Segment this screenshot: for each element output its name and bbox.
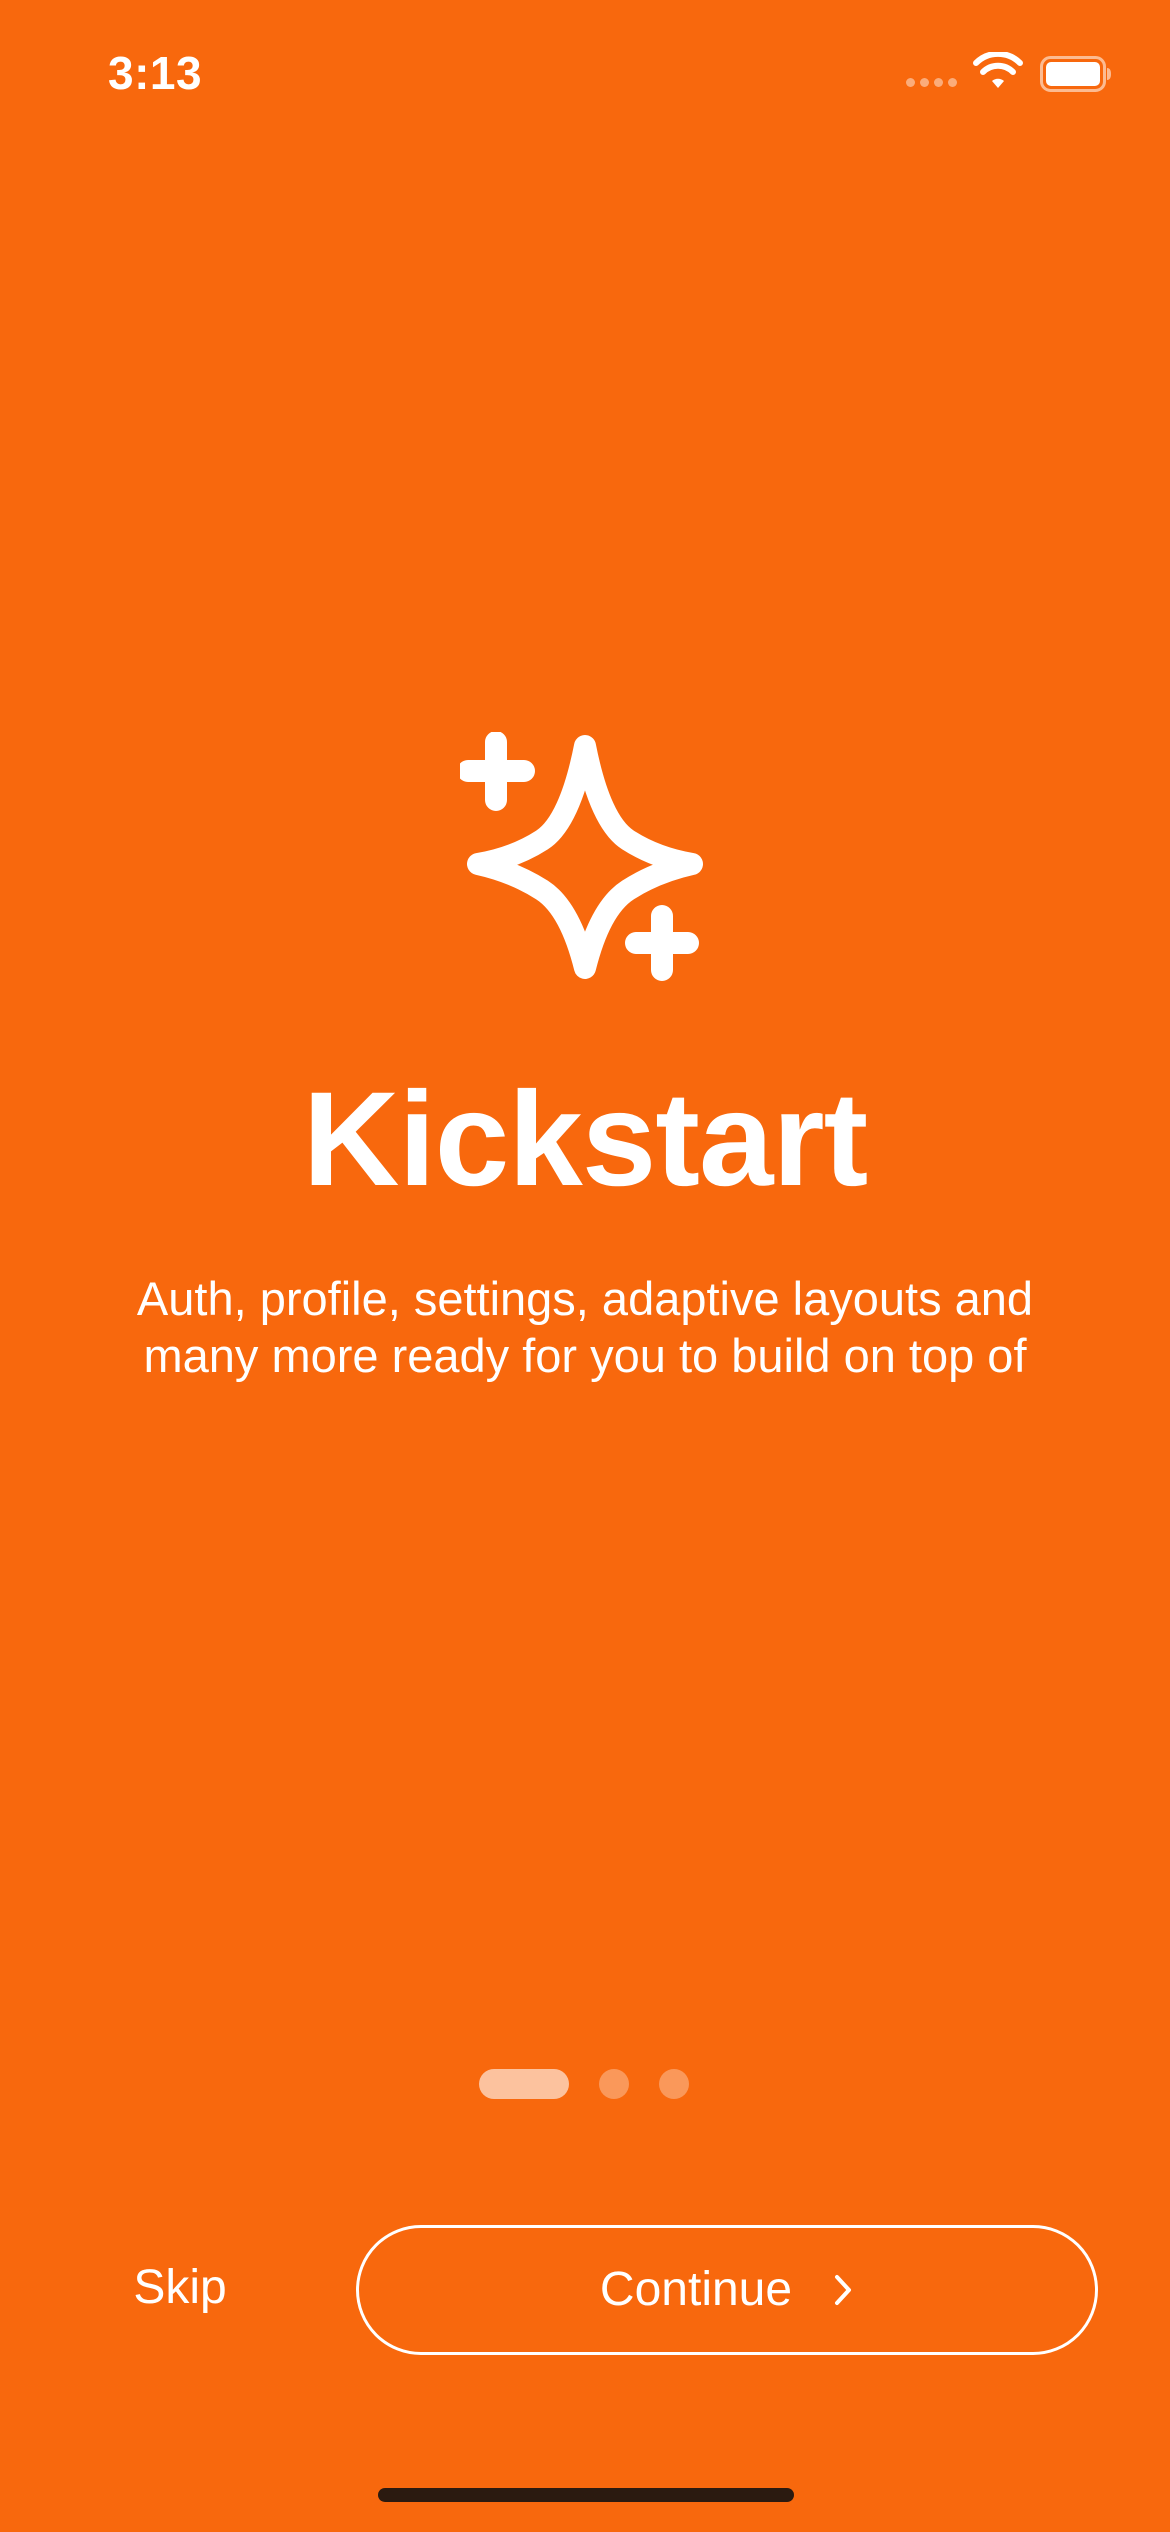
chevron-right-icon: [835, 2275, 852, 2305]
sparkles-icon: [460, 732, 703, 981]
skip-button[interactable]: Skip: [100, 2222, 260, 2352]
page-indicator[interactable]: [479, 2068, 689, 2100]
page-dot-active[interactable]: [479, 2069, 569, 2099]
onboarding-description: Auth, profile, settings, adaptive layout…: [136, 1272, 1034, 1382]
battery-icon: [1040, 56, 1111, 92]
page-dot[interactable]: [659, 2069, 689, 2099]
status-bar: 3:13: [0, 0, 1170, 150]
onboarding-title: Kickstart: [302, 1065, 869, 1214]
onboarding-screen: 3:13 Kickstart Auth, profile, settings, …: [0, 0, 1170, 2532]
status-time: 3:13: [108, 47, 203, 99]
continue-button-label: Continue: [599, 2263, 793, 2316]
continue-button[interactable]: Continue: [356, 2225, 1098, 2355]
wifi-icon: [973, 52, 1023, 88]
home-indicator[interactable]: [378, 2488, 794, 2502]
cellular-signal-icon: [906, 78, 958, 92]
page-dot[interactable]: [599, 2069, 629, 2099]
